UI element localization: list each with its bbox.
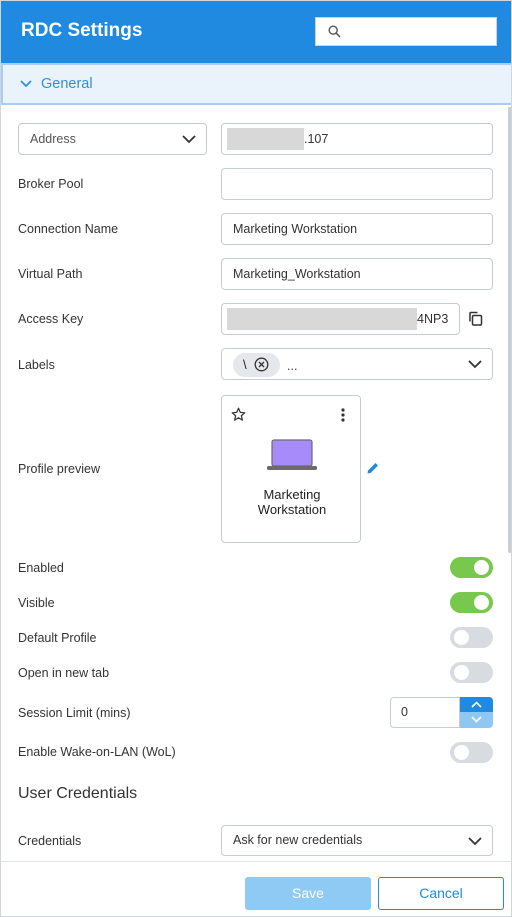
- session-limit-input[interactable]: 0: [390, 697, 460, 728]
- open-new-tab-toggle[interactable]: [450, 662, 493, 683]
- form-content: Address .107 Broker Pool Connection Name…: [1, 105, 511, 861]
- scrollbar[interactable]: [508, 107, 511, 553]
- address-type-select[interactable]: Address: [18, 123, 207, 155]
- label-chip: \: [233, 353, 280, 377]
- decrement-button[interactable]: [460, 712, 493, 728]
- visible-toggle[interactable]: [450, 592, 493, 613]
- chevron-down-icon: [471, 716, 482, 723]
- access-key-value: 4NP3: [417, 312, 449, 326]
- labels-label: Labels: [18, 358, 55, 372]
- redacted-block: [227, 128, 304, 150]
- star-icon[interactable]: [231, 407, 246, 422]
- increment-button[interactable]: [460, 697, 493, 712]
- cancel-button[interactable]: Cancel: [378, 877, 504, 910]
- enabled-toggle[interactable]: [450, 557, 493, 578]
- user-credentials-heading: User Credentials: [18, 785, 138, 802]
- credentials-label: Credentials: [18, 834, 82, 848]
- default-profile-label: Default Profile: [18, 631, 97, 645]
- virtual-path-label: Virtual Path: [18, 267, 83, 281]
- default-profile-toggle[interactable]: [450, 627, 493, 648]
- labels-overflow: ...: [287, 359, 298, 373]
- chevron-down-icon: [468, 360, 482, 369]
- toggle-knob: [454, 745, 469, 760]
- credentials-select[interactable]: Ask for new credentials: [221, 825, 493, 856]
- more-vertical-icon[interactable]: [341, 408, 345, 422]
- address-type-label: Address: [30, 132, 76, 146]
- footer: Save Cancel: [1, 861, 511, 916]
- search-icon: [328, 25, 341, 38]
- broker-pool-label: Broker Pool: [18, 177, 84, 191]
- address-value: .107: [304, 132, 329, 146]
- profile-preview-card[interactable]: Marketing Workstation: [221, 395, 361, 543]
- section-general-toggle[interactable]: General: [1, 63, 511, 105]
- open-new-tab-label: Open in new tab: [18, 666, 110, 680]
- access-key-input[interactable]: 4NP3: [221, 303, 460, 335]
- connection-name-input[interactable]: Marketing Workstation: [221, 213, 493, 245]
- session-limit-label: Session Limit (mins): [18, 706, 131, 720]
- copy-icon[interactable]: [468, 311, 483, 326]
- search-input[interactable]: [315, 17, 497, 46]
- credentials-value: Ask for new credentials: [233, 833, 363, 847]
- panel-header: RDC Settings: [1, 1, 511, 63]
- profile-card-name: Marketing Workstation: [257, 487, 327, 517]
- visible-label: Visible: [18, 596, 55, 610]
- address-input[interactable]: .107: [221, 123, 493, 155]
- chevron-down-icon: [182, 135, 196, 144]
- connection-name-label: Connection Name: [18, 222, 119, 236]
- edit-icon[interactable]: [366, 461, 380, 475]
- remove-chip-icon[interactable]: [254, 357, 269, 372]
- wol-toggle[interactable]: [450, 742, 493, 763]
- broker-pool-input[interactable]: [221, 168, 493, 200]
- chevron-down-icon: [20, 80, 32, 88]
- toggle-knob: [474, 595, 489, 610]
- toggle-knob: [454, 630, 469, 645]
- access-key-label: Access Key: [18, 312, 84, 326]
- section-label: General: [41, 76, 93, 92]
- redacted-block: [227, 308, 417, 330]
- chevron-up-icon: [471, 701, 482, 708]
- save-button[interactable]: Save: [245, 877, 371, 910]
- profile-preview-label: Profile preview: [18, 462, 100, 476]
- chip-text: \: [243, 357, 247, 372]
- enabled-label: Enabled: [18, 561, 64, 575]
- chevron-down-icon: [468, 837, 482, 846]
- toggle-knob: [474, 560, 489, 575]
- toggle-knob: [454, 665, 469, 680]
- wol-label: Enable Wake-on-LAN (WoL): [18, 745, 176, 759]
- settings-panel: RDC Settings General Address .107 Broker…: [0, 0, 512, 917]
- laptop-icon: [267, 439, 317, 470]
- virtual-path-input[interactable]: Marketing_Workstation: [221, 258, 493, 290]
- page-title: RDC Settings: [21, 20, 143, 41]
